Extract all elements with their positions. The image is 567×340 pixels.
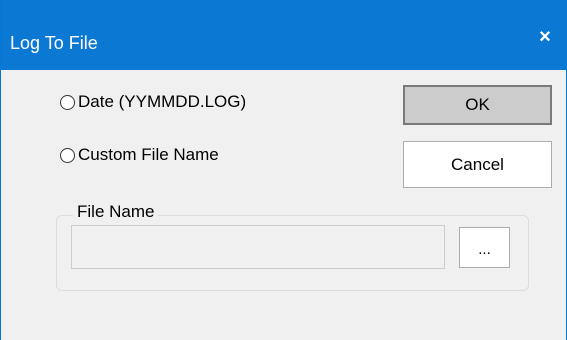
file-name-input[interactable] <box>71 225 445 269</box>
date-option-radio[interactable]: Date (YYMMDD.LOG) <box>60 90 246 114</box>
ok-button[interactable]: OK <box>403 85 552 125</box>
log-to-file-dialog: Log To File × Date (YYMMDD.LOG) Custom F… <box>0 0 567 340</box>
window-title: Log To File <box>10 33 98 53</box>
dialog-body: Date (YYMMDD.LOG) Custom File Name OK Ca… <box>1 70 566 340</box>
date-radio-button[interactable] <box>60 94 75 110</box>
cancel-button[interactable]: Cancel <box>403 141 552 188</box>
date-option-label: Date (YYMMDD.LOG) <box>78 92 247 111</box>
custom-file-name-label: Custom File Name <box>78 145 219 164</box>
close-icon[interactable]: × <box>525 22 565 52</box>
title-bar[interactable]: Log To File × <box>1 0 567 70</box>
file-name-group-legend: File Name <box>73 201 159 223</box>
browse-button[interactable]: ... <box>459 227 510 268</box>
custom-file-name-radio-button[interactable] <box>60 147 75 163</box>
custom-file-name-option-radio[interactable]: Custom File Name <box>60 143 219 167</box>
